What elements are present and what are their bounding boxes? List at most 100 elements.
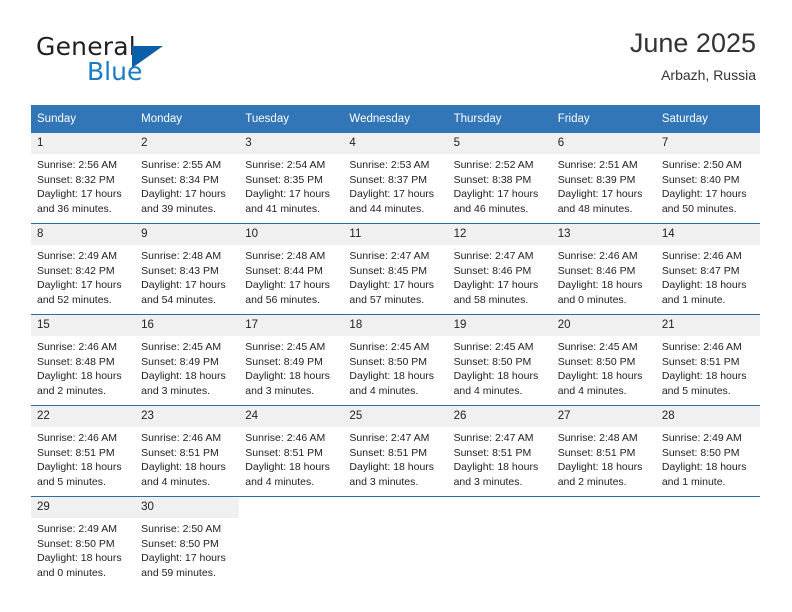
day-details: Sunrise: 2:49 AM Sunset: 8:50 PM Dayligh…: [656, 427, 760, 489]
sunrise-text: Sunrise: 2:46 AM: [37, 432, 117, 444]
daylight-text-line1: Daylight: 17 hours: [453, 188, 539, 201]
day-details: Sunrise: 2:52 AM Sunset: 8:38 PM Dayligh…: [448, 154, 552, 216]
daylight-text-line1: Daylight: 18 hours: [349, 370, 435, 383]
sunrise-text: Sunrise: 2:45 AM: [557, 341, 638, 353]
daylight-text-line2: and 2 minutes.: [37, 384, 106, 397]
daylight-text-line1: Daylight: 18 hours: [37, 461, 122, 474]
day-number: 2: [135, 133, 240, 154]
daylight-text-line1: Daylight: 18 hours: [141, 461, 226, 474]
daylight-text-line1: Daylight: 17 hours: [557, 188, 643, 201]
daylight-text-line1: Daylight: 17 hours: [141, 552, 226, 565]
calendar-day-cell[interactable]: 9 Sunrise: 2:48 AM Sunset: 8:43 PM Dayli…: [135, 223, 240, 315]
calendar-page: General Blue June 2025 Arbazh, Russia Su…: [0, 0, 792, 612]
sunset-text: Sunset: 8:50 PM: [349, 355, 428, 368]
day-number: 12: [447, 224, 552, 245]
calendar-day-cell[interactable]: 25 Sunrise: 2:47 AM Sunset: 8:51 PM Dayl…: [343, 405, 448, 497]
calendar-day-cell[interactable]: 20 Sunrise: 2:45 AM Sunset: 8:50 PM Dayl…: [551, 314, 656, 406]
sunrise-text: Sunrise: 2:48 AM: [557, 432, 638, 444]
sunrise-text: Sunrise: 2:45 AM: [453, 341, 534, 353]
calendar-day-cell[interactable]: 7 Sunrise: 2:50 AM Sunset: 8:40 PM Dayli…: [655, 133, 760, 224]
sunset-text: Sunset: 8:40 PM: [661, 173, 740, 186]
day-number: 24: [239, 406, 344, 427]
calendar-day-cell[interactable]: 30 Sunrise: 2:50 AM Sunset: 8:50 PM Dayl…: [135, 496, 240, 587]
day-details: Sunrise: 2:45 AM Sunset: 8:50 PM Dayligh…: [343, 336, 447, 398]
day-details: Sunrise: 2:46 AM Sunset: 8:47 PM Dayligh…: [656, 245, 760, 307]
calendar-day-cell[interactable]: 24 Sunrise: 2:46 AM Sunset: 8:51 PM Dayl…: [239, 405, 344, 497]
daylight-text-line2: and 1 minute.: [661, 293, 726, 306]
calendar-day-cell[interactable]: 15 Sunrise: 2:46 AM Sunset: 8:48 PM Dayl…: [31, 314, 136, 406]
sunset-text: Sunset: 8:44 PM: [245, 264, 323, 277]
sunset-text: Sunset: 8:51 PM: [245, 446, 323, 459]
calendar-day-cell[interactable]: 11 Sunrise: 2:47 AM Sunset: 8:45 PM Dayl…: [343, 223, 448, 315]
calendar-day-cell[interactable]: 12 Sunrise: 2:47 AM Sunset: 8:46 PM Dayl…: [447, 223, 552, 315]
daylight-text-line2: and 56 minutes.: [245, 293, 320, 306]
calendar-day-cell[interactable]: 16 Sunrise: 2:45 AM Sunset: 8:49 PM Dayl…: [135, 314, 240, 406]
day-details: Sunrise: 2:51 AM Sunset: 8:39 PM Dayligh…: [552, 154, 656, 216]
calendar-day-cell[interactable]: 23 Sunrise: 2:46 AM Sunset: 8:51 PM Dayl…: [135, 405, 240, 497]
calendar-day-cell[interactable]: 17 Sunrise: 2:45 AM Sunset: 8:49 PM Dayl…: [239, 314, 344, 406]
sunrise-text: Sunrise: 2:47 AM: [453, 250, 534, 262]
sunrise-text: Sunrise: 2:55 AM: [141, 159, 222, 171]
calendar-day-cell[interactable]: 13 Sunrise: 2:46 AM Sunset: 8:46 PM Dayl…: [551, 223, 656, 315]
sunrise-text: Sunrise: 2:46 AM: [141, 432, 222, 444]
daylight-text-line2: and 3 minutes.: [245, 384, 315, 397]
calendar-day-cell[interactable]: 10 Sunrise: 2:48 AM Sunset: 8:44 PM Dayl…: [239, 223, 344, 315]
day-number: 4: [343, 133, 448, 154]
daylight-text-line1: Daylight: 17 hours: [245, 188, 330, 201]
day-number: 17: [239, 315, 344, 336]
daylight-text-line2: and 3 minutes.: [349, 475, 419, 488]
calendar-day-cell[interactable]: 21 Sunrise: 2:46 AM Sunset: 8:51 PM Dayl…: [655, 314, 760, 406]
calendar-day-cell[interactable]: 8 Sunrise: 2:49 AM Sunset: 8:42 PM Dayli…: [31, 223, 136, 315]
day-number: [447, 497, 552, 518]
day-number: 8: [31, 224, 136, 245]
calendar-day-cell[interactable]: 22 Sunrise: 2:46 AM Sunset: 8:51 PM Dayl…: [31, 405, 136, 497]
day-number: 18: [343, 315, 448, 336]
calendar-day-cell[interactable]: 1 Sunrise: 2:56 AM Sunset: 8:32 PM Dayli…: [31, 133, 136, 224]
calendar-day-cell-empty: [239, 496, 344, 587]
calendar-day-cell[interactable]: 28 Sunrise: 2:49 AM Sunset: 8:50 PM Dayl…: [655, 405, 760, 497]
day-number: 20: [551, 315, 656, 336]
sunset-text: Sunset: 8:34 PM: [141, 173, 219, 186]
calendar-day-cell[interactable]: 5 Sunrise: 2:52 AM Sunset: 8:38 PM Dayli…: [447, 133, 552, 224]
calendar-day-cell[interactable]: 27 Sunrise: 2:48 AM Sunset: 8:51 PM Dayl…: [551, 405, 656, 497]
sunset-text: Sunset: 8:50 PM: [557, 355, 636, 368]
calendar-day-cell[interactable]: 14 Sunrise: 2:46 AM Sunset: 8:47 PM Dayl…: [655, 223, 760, 315]
calendar-day-cell[interactable]: 4 Sunrise: 2:53 AM Sunset: 8:37 PM Dayli…: [343, 133, 448, 224]
brand-logo[interactable]: General Blue: [36, 32, 256, 94]
calendar-day-cell[interactable]: 6 Sunrise: 2:51 AM Sunset: 8:39 PM Dayli…: [551, 133, 656, 224]
day-number: [239, 497, 344, 518]
sunrise-text: Sunrise: 2:48 AM: [245, 250, 326, 262]
daylight-text-line2: and 4 minutes.: [245, 475, 315, 488]
calendar-day-cell[interactable]: 19 Sunrise: 2:45 AM Sunset: 8:50 PM Dayl…: [447, 314, 552, 406]
sunrise-text: Sunrise: 2:46 AM: [37, 341, 117, 353]
calendar-week-row: 22 Sunrise: 2:46 AM Sunset: 8:51 PM Dayl…: [31, 405, 760, 497]
daylight-text-line2: and 3 minutes.: [141, 384, 211, 397]
daylight-text-line1: Daylight: 18 hours: [557, 461, 643, 474]
calendar-table: Sunday Monday Tuesday Wednesday Thursday…: [31, 105, 760, 587]
day-details: Sunrise: 2:49 AM Sunset: 8:50 PM Dayligh…: [31, 518, 135, 580]
weekday-header-tuesday: Tuesday: [239, 105, 344, 133]
sunset-text: Sunset: 8:51 PM: [37, 446, 115, 459]
day-details: Sunrise: 2:47 AM Sunset: 8:45 PM Dayligh…: [343, 245, 447, 307]
daylight-text-line2: and 3 minutes.: [453, 475, 523, 488]
daylight-text-line2: and 5 minutes.: [37, 475, 106, 488]
sunrise-text: Sunrise: 2:46 AM: [557, 250, 638, 262]
daylight-text-line1: Daylight: 18 hours: [661, 370, 747, 383]
sunset-text: Sunset: 8:32 PM: [37, 173, 115, 186]
calendar-day-cell[interactable]: 26 Sunrise: 2:47 AM Sunset: 8:51 PM Dayl…: [447, 405, 552, 497]
calendar-week-row: 1 Sunrise: 2:56 AM Sunset: 8:32 PM Dayli…: [31, 133, 760, 224]
calendar-day-cell[interactable]: 3 Sunrise: 2:54 AM Sunset: 8:35 PM Dayli…: [239, 133, 344, 224]
daylight-text-line2: and 36 minutes.: [37, 202, 112, 215]
page-header: General Blue June 2025 Arbazh, Russia: [0, 26, 792, 100]
calendar-day-cell[interactable]: 29 Sunrise: 2:49 AM Sunset: 8:50 PM Dayl…: [31, 496, 136, 587]
daylight-text-line1: Daylight: 18 hours: [245, 461, 330, 474]
daylight-text-line1: Daylight: 18 hours: [661, 279, 747, 292]
calendar-day-cell[interactable]: 18 Sunrise: 2:45 AM Sunset: 8:50 PM Dayl…: [343, 314, 448, 406]
sunrise-text: Sunrise: 2:54 AM: [245, 159, 326, 171]
page-subtitle-location: Arbazh, Russia: [661, 67, 756, 83]
sunset-text: Sunset: 8:50 PM: [141, 537, 219, 550]
calendar-day-cell[interactable]: 2 Sunrise: 2:55 AM Sunset: 8:34 PM Dayli…: [135, 133, 240, 224]
day-details: Sunrise: 2:47 AM Sunset: 8:51 PM Dayligh…: [448, 427, 552, 489]
sunset-text: Sunset: 8:51 PM: [557, 446, 636, 459]
daylight-text-line2: and 4 minutes.: [453, 384, 523, 397]
